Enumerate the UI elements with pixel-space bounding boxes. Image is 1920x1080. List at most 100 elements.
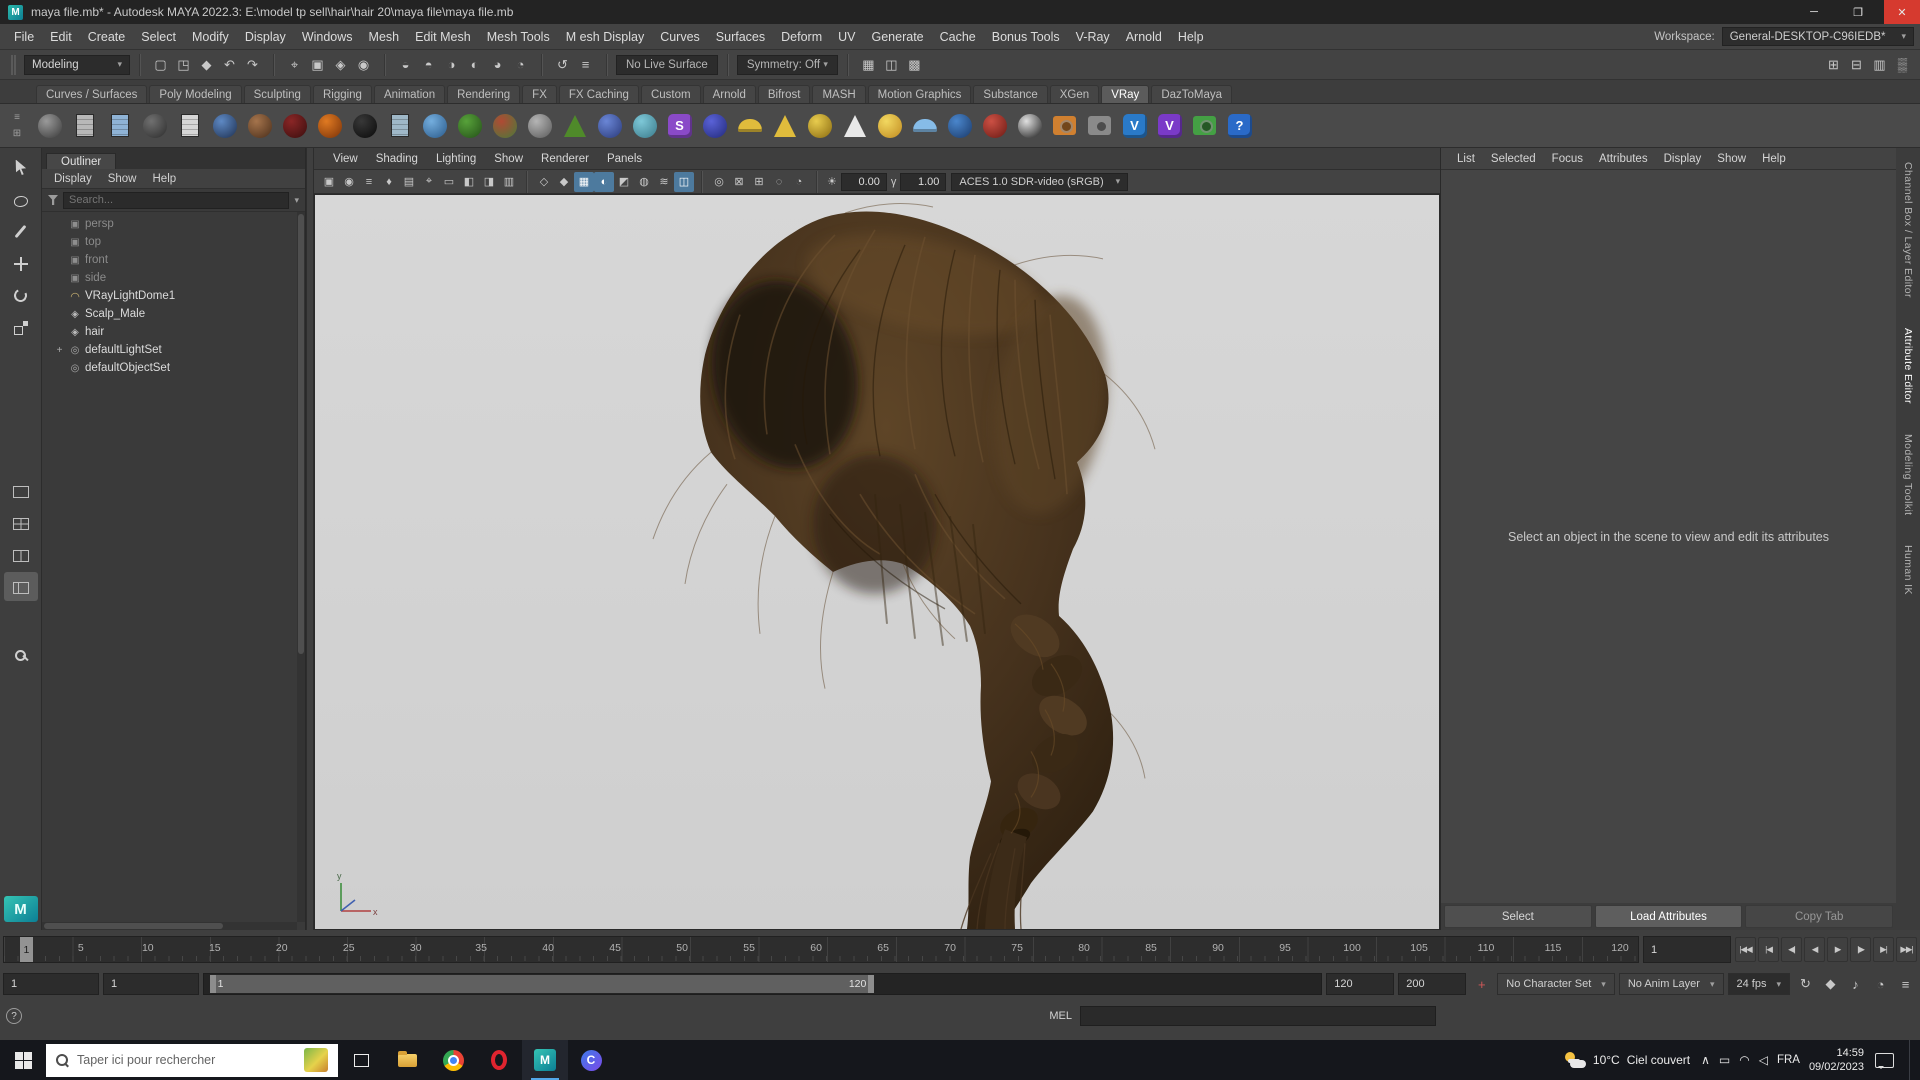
vray-stochastic-icon[interactable]: S (662, 106, 697, 146)
menu-deform[interactable]: Deform (773, 24, 830, 50)
timeline-frame-70[interactable]: 70 (944, 942, 956, 954)
range-slider-bar[interactable]: 1 120 (209, 975, 875, 993)
menu-uv[interactable]: UV (830, 24, 863, 50)
vray-blend-mtl-icon[interactable] (137, 106, 172, 146)
select-by-component-icon[interactable]: ◈ (329, 54, 352, 76)
film-fit-icon[interactable]: ◌ (769, 172, 789, 192)
menu-create[interactable]: Create (80, 24, 134, 50)
menu-select[interactable]: Select (133, 24, 184, 50)
redo-icon[interactable]: ↷ (241, 54, 264, 76)
outliner-title-tab[interactable]: Outliner (46, 153, 117, 169)
zoom-tool[interactable] (4, 641, 38, 670)
timeline-frame-35[interactable]: 35 (475, 942, 487, 954)
live-surface-field[interactable]: No Live Surface (616, 54, 718, 75)
timeline-frame-75[interactable]: 75 (1011, 942, 1023, 954)
gamma-field[interactable]: 1.00 (900, 172, 947, 191)
chevron-down-icon[interactable]: ▾ (294, 195, 299, 206)
timeline-frame-80[interactable]: 80 (1078, 942, 1090, 954)
go-to-end-button[interactable]: ▶▶| (1896, 937, 1917, 962)
layout-outliner[interactable] (3, 572, 38, 601)
taskbar-search-input[interactable] (77, 1053, 295, 1067)
timeline-frame-65[interactable]: 65 (877, 942, 889, 954)
vray-snow-icon[interactable] (627, 106, 662, 146)
outliner-item-top[interactable]: top (42, 233, 305, 251)
play-backwards-button[interactable]: ◀ (1804, 937, 1825, 962)
mute-icon[interactable]: ♪ (1844, 973, 1867, 995)
timeline-frame-105[interactable]: 105 (1410, 942, 1428, 954)
attribute-editor-menu-attributes[interactable]: Attributes (1591, 153, 1656, 165)
bookmark-icon[interactable]: ♦ (379, 172, 399, 192)
menu-edit-mesh[interactable]: Edit Mesh (407, 24, 479, 50)
colorspace-select[interactable]: ACES 1.0 SDR-video (sRGB) ▾ (951, 172, 1129, 191)
timeline-frame-10[interactable]: 10 (142, 942, 154, 954)
chrome-icon[interactable] (430, 1040, 476, 1080)
timeline-frame-50[interactable]: 50 (676, 942, 688, 954)
shelf-tab-sculpting[interactable]: Sculpting (243, 85, 311, 103)
range-slider[interactable]: 1 120 (203, 973, 1323, 995)
viewport-menu-lighting[interactable]: Lighting (427, 153, 485, 165)
animation-start-field[interactable]: 1 (3, 973, 99, 995)
step-forward-key-button[interactable]: |▶ (1850, 937, 1871, 962)
shelf-tab-rigging[interactable]: Rigging (312, 85, 372, 103)
timeline-frame-5[interactable]: 5 (78, 942, 84, 954)
symmetry-select[interactable]: Symmetry: Off ▾ (736, 54, 838, 75)
vray-render-icon[interactable]: V (1117, 106, 1152, 146)
fog-icon[interactable]: ◔ (789, 172, 809, 192)
attribute-editor-menu-help[interactable]: Help (1754, 153, 1794, 165)
timeline-frame-90[interactable]: 90 (1212, 942, 1224, 954)
timeline-frame-30[interactable]: 30 (410, 942, 422, 954)
hair-model[interactable] (315, 195, 1439, 929)
outliner-horizontal-scrollbar[interactable] (42, 922, 297, 930)
vray-notes-icon[interactable] (172, 106, 207, 146)
attribute-editor-menu-display[interactable]: Display (1656, 153, 1710, 165)
outliner-item-front[interactable]: front (42, 251, 305, 269)
animation-end-field[interactable]: 200 (1398, 973, 1467, 995)
clipchamp-icon[interactable]: C (568, 1040, 614, 1080)
open-scene-icon[interactable]: ◳ (172, 54, 195, 76)
layout-two[interactable] (4, 540, 38, 569)
shelf-tab-arnold[interactable]: Arnold (702, 85, 756, 103)
vray-grid-page-icon[interactable] (102, 106, 137, 146)
shelf-tab-curves-surfaces[interactable]: Curves / Surfaces (36, 85, 148, 103)
shelf-tab-poly-modeling[interactable]: Poly Modeling (149, 85, 242, 103)
shelf-options-icon[interactable]: ⊞ (6, 126, 29, 142)
volume-tray-icon[interactable]: ◁ (1759, 1053, 1768, 1067)
layout-single[interactable] (4, 476, 38, 505)
vray-emissive-mtl-icon[interactable] (452, 106, 487, 146)
outliner-menu-help[interactable]: Help (145, 173, 185, 185)
vray-checker-icon[interactable] (1012, 106, 1047, 146)
snap-to-view-planes-icon[interactable]: ◕ (486, 54, 509, 76)
set-key-icon[interactable]: + (1470, 973, 1493, 995)
new-scene-icon[interactable]: ▢ (149, 54, 172, 76)
menu-file[interactable]: File (6, 24, 42, 50)
menu-windows[interactable]: Windows (294, 24, 361, 50)
vray-plaid-mtl-icon[interactable] (487, 106, 522, 146)
shadows-icon[interactable]: ◩ (614, 172, 634, 192)
ipr-render-icon[interactable]: ◫ (880, 54, 903, 76)
gate-mask-icon[interactable]: ◨ (479, 172, 499, 192)
viewport-menu-renderer[interactable]: Renderer (532, 153, 598, 165)
vray-skin-mtl-icon[interactable] (242, 106, 277, 146)
menu-arnold[interactable]: Arnold (1118, 24, 1170, 50)
render-current-frame-icon[interactable]: ▦ (857, 54, 880, 76)
animation-preferences-icon[interactable]: ≡ (1894, 973, 1917, 995)
lasso-tool[interactable] (4, 185, 38, 214)
menu-m-esh-display[interactable]: M esh Display (558, 24, 653, 50)
vray-xray-page-icon[interactable] (382, 106, 417, 146)
vray-camera-icon[interactable] (1082, 106, 1117, 146)
network-tray-icon[interactable]: ◠ (1739, 1053, 1749, 1067)
vray-material-icon[interactable] (32, 106, 67, 146)
pan-zoom-icon[interactable]: ⌖ (419, 172, 439, 192)
shelf-tab-daztomaya[interactable]: DazToMaya (1151, 85, 1233, 103)
gamma-icon[interactable]: γ (888, 176, 900, 188)
timeline-playhead[interactable]: 1 (19, 937, 33, 962)
menu-generate[interactable]: Generate (864, 24, 932, 50)
timeline-frame-45[interactable]: 45 (609, 942, 621, 954)
playback-start-field[interactable]: 1 (103, 973, 199, 995)
close-button[interactable]: ✕ (1884, 0, 1920, 24)
exposure-field[interactable]: 0.00 (840, 172, 887, 191)
timeline-frame-115[interactable]: 115 (1545, 942, 1562, 954)
grid-toggle-icon[interactable]: ⊞ (749, 172, 769, 192)
task-view-icon[interactable] (338, 1040, 384, 1080)
menu-set-select[interactable]: Modeling ▾ (24, 54, 130, 75)
